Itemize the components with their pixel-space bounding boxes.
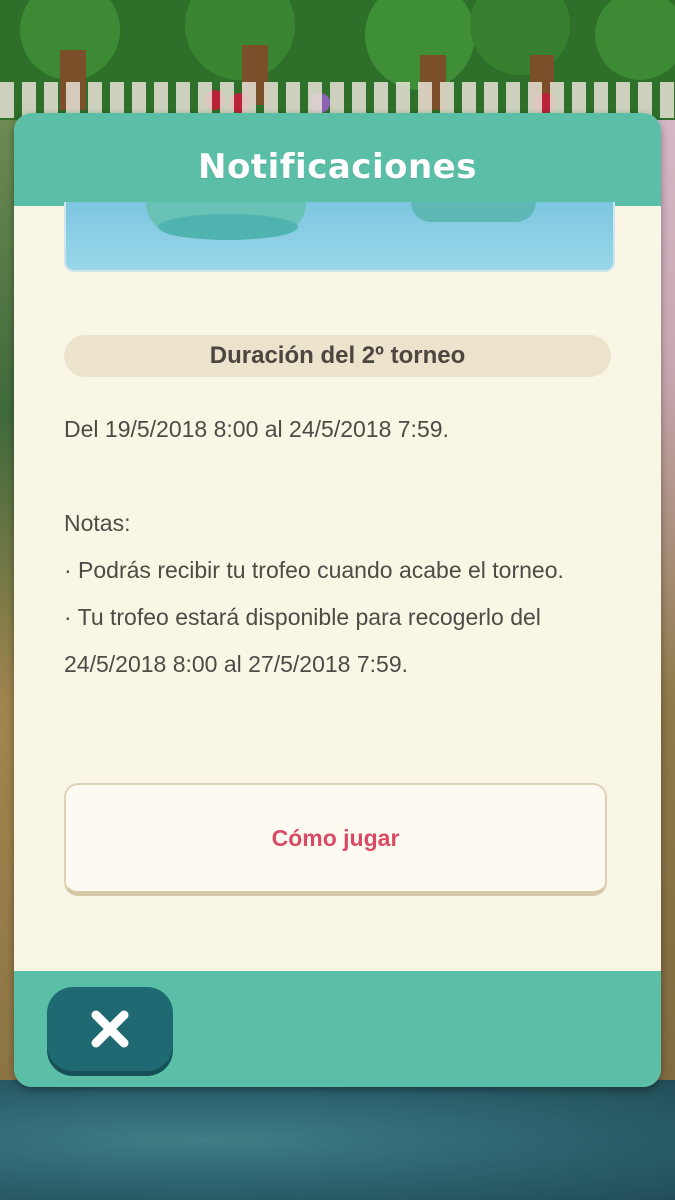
- dialog-header: Notificaciones: [14, 113, 661, 206]
- event-banner-image: [64, 202, 615, 272]
- dialog-footer: [14, 971, 661, 1087]
- close-button[interactable]: [47, 987, 173, 1071]
- dialog-content[interactable]: Duración del 2º torneo Del 19/5/2018 8:0…: [14, 202, 661, 971]
- how-to-play-button[interactable]: Cómo jugar: [64, 783, 607, 896]
- notification-body-text: Del 19/5/2018 8:00 al 24/5/2018 7:59. No…: [64, 416, 564, 677]
- notifications-dialog: Notificaciones Duración del 2º torneo De…: [14, 113, 661, 1087]
- section-header-duration: Duración del 2º torneo: [64, 335, 611, 377]
- dialog-title: Notificaciones: [198, 147, 477, 187]
- game-screen: Notificaciones Duración del 2º torneo De…: [0, 0, 675, 1200]
- background-water: [0, 1080, 675, 1200]
- close-icon: [88, 1007, 132, 1051]
